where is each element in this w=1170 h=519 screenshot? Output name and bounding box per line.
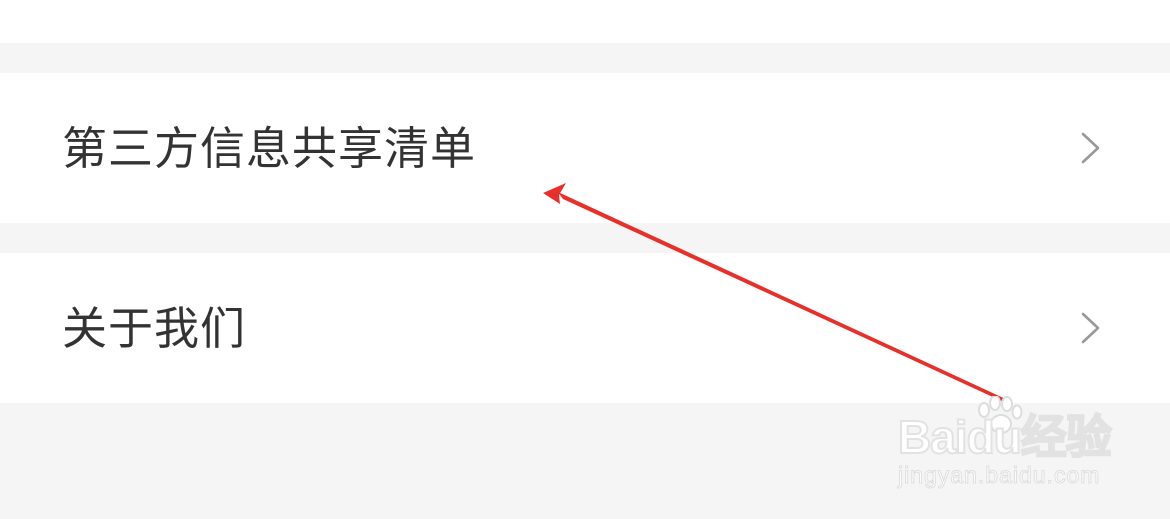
baidu-jingyan-watermark: Baidu经验 jingyan.baidu.com <box>896 396 1146 506</box>
watermark-brand: Baidu经验 <box>897 411 1113 463</box>
watermark-url: jingyan.baidu.com <box>897 462 1101 488</box>
list-item-label: 关于我们 <box>62 301 247 355</box>
chevron-right-icon <box>1081 312 1100 344</box>
list-item-label: 第三方信息共享清单 <box>62 121 477 175</box>
list-item-about-us[interactable]: 关于我们 <box>0 253 1170 403</box>
previous-list-card <box>0 0 1170 43</box>
list-item-third-party-sharing[interactable]: 第三方信息共享清单 <box>0 73 1170 223</box>
settings-page: 第三方信息共享清单 关于我们 Baidu经验 jingyan.baidu.com <box>0 0 1170 519</box>
chevron-right-icon <box>1081 132 1100 164</box>
